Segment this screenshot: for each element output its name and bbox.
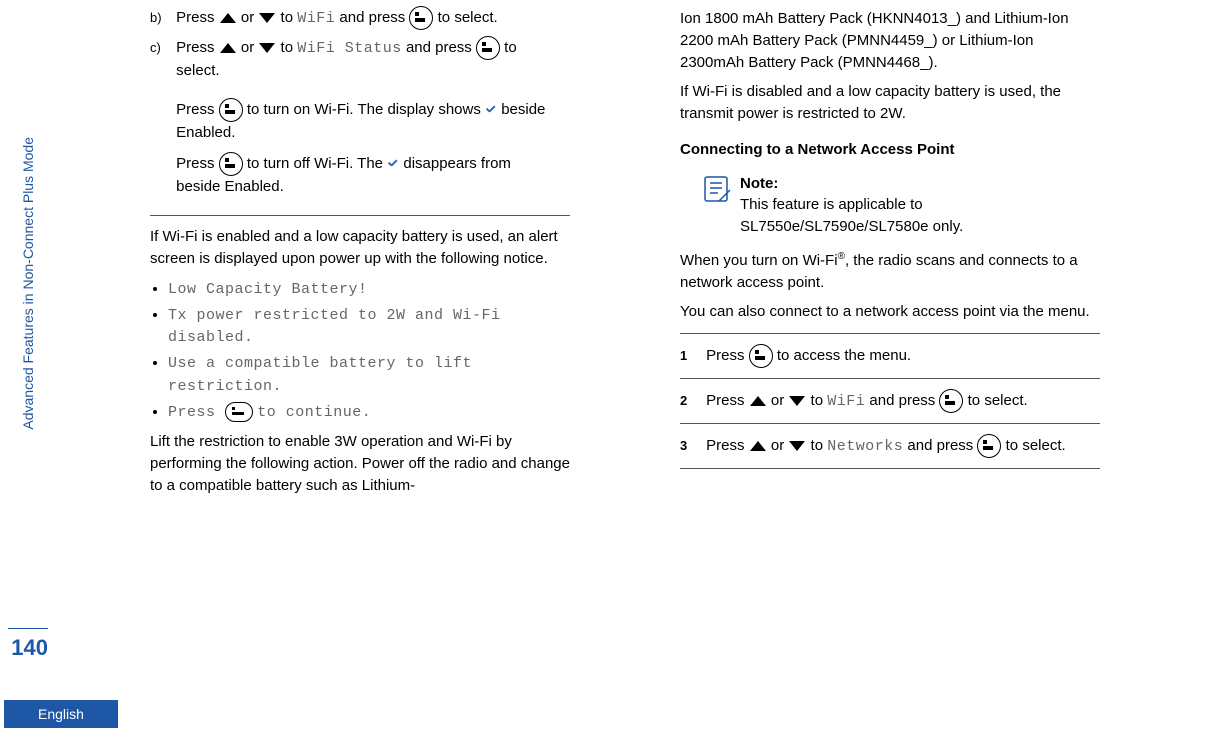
display-wifi: WiFi: [827, 393, 865, 410]
ok-button-icon: [409, 6, 433, 30]
ok-button-icon: [219, 98, 243, 122]
language-tab: English: [4, 700, 118, 728]
check-icon: [485, 105, 497, 115]
ok-button-icon: [939, 389, 963, 413]
page-number: 140: [8, 628, 48, 661]
ok-button-icon: [219, 152, 243, 176]
ok-button-icon: [977, 434, 1001, 458]
note-label: Note:: [740, 175, 778, 192]
alert-list: Low Capacity Battery! Tx power restricte…: [150, 278, 570, 424]
substep-b-label: b): [150, 9, 172, 28]
substep-b: b) Press or to WiFi and press to select.: [150, 6, 570, 30]
bullet-low-capacity: Low Capacity Battery!: [168, 281, 368, 298]
display-wifi: WiFi: [297, 10, 335, 27]
check-icon: [387, 159, 399, 169]
disabled-2w-paragraph: If Wi-Fi is disabled and a low capacity …: [680, 81, 1100, 125]
display-networks: Networks: [827, 438, 903, 455]
down-arrow-icon: [788, 395, 806, 407]
bullet-tx-restricted: Tx power restricted to 2W and Wi-Fi disa…: [168, 307, 501, 347]
chapter-label: Advanced Features in Non-Connect Plus Mo…: [20, 137, 36, 430]
separator: [150, 215, 570, 216]
up-arrow-icon: [219, 12, 237, 24]
separator: [680, 468, 1100, 469]
up-arrow-icon: [749, 395, 767, 407]
separator: [680, 423, 1100, 424]
step-2: 2 Press or to WiFi and press to select.: [680, 389, 1100, 413]
chapter-tab: Advanced Features in Non-Connect Plus Mo…: [18, 30, 38, 430]
bullet-compatible-battery: Use a compatible battery to lift restric…: [168, 355, 472, 395]
separator: [680, 333, 1100, 334]
note-box: Note: This feature is applicable to SL75…: [700, 173, 1100, 238]
ok-button-icon: [749, 344, 773, 368]
menu-paragraph: You can also connect to a network access…: [680, 301, 1100, 323]
down-arrow-icon: [258, 12, 276, 24]
turn-on-paragraph: When you turn on Wi-Fi®, the radio scans…: [680, 250, 1100, 294]
connecting-heading: Connecting to a Network Access Point: [680, 139, 1100, 161]
display-wifi-status: WiFi Status: [297, 40, 402, 57]
down-arrow-icon: [788, 440, 806, 452]
ok-button-icon: [476, 36, 500, 60]
battery-list-paragraph: Ion 1800 mAh Battery Pack (HKNN4013_) an…: [680, 8, 1100, 73]
lift-restriction-paragraph: Lift the restriction to enable 3W operat…: [150, 431, 570, 496]
note-body: This feature is applicable to SL7550e/SL…: [740, 196, 963, 235]
down-arrow-icon: [258, 42, 276, 54]
up-arrow-icon: [749, 440, 767, 452]
note-icon: [700, 173, 732, 205]
substep-c: c) Press or to WiFi Status and press to …: [150, 36, 570, 205]
step-3: 3 Press or to Networks and press to sele…: [680, 434, 1100, 458]
separator: [680, 378, 1100, 379]
substep-c-label: c): [150, 39, 172, 58]
step-1: 1 Press to access the menu.: [680, 344, 1100, 368]
alert-paragraph: If Wi-Fi is enabled and a low capacity b…: [150, 226, 570, 270]
ok-button-icon: [225, 402, 253, 422]
up-arrow-icon: [219, 42, 237, 54]
